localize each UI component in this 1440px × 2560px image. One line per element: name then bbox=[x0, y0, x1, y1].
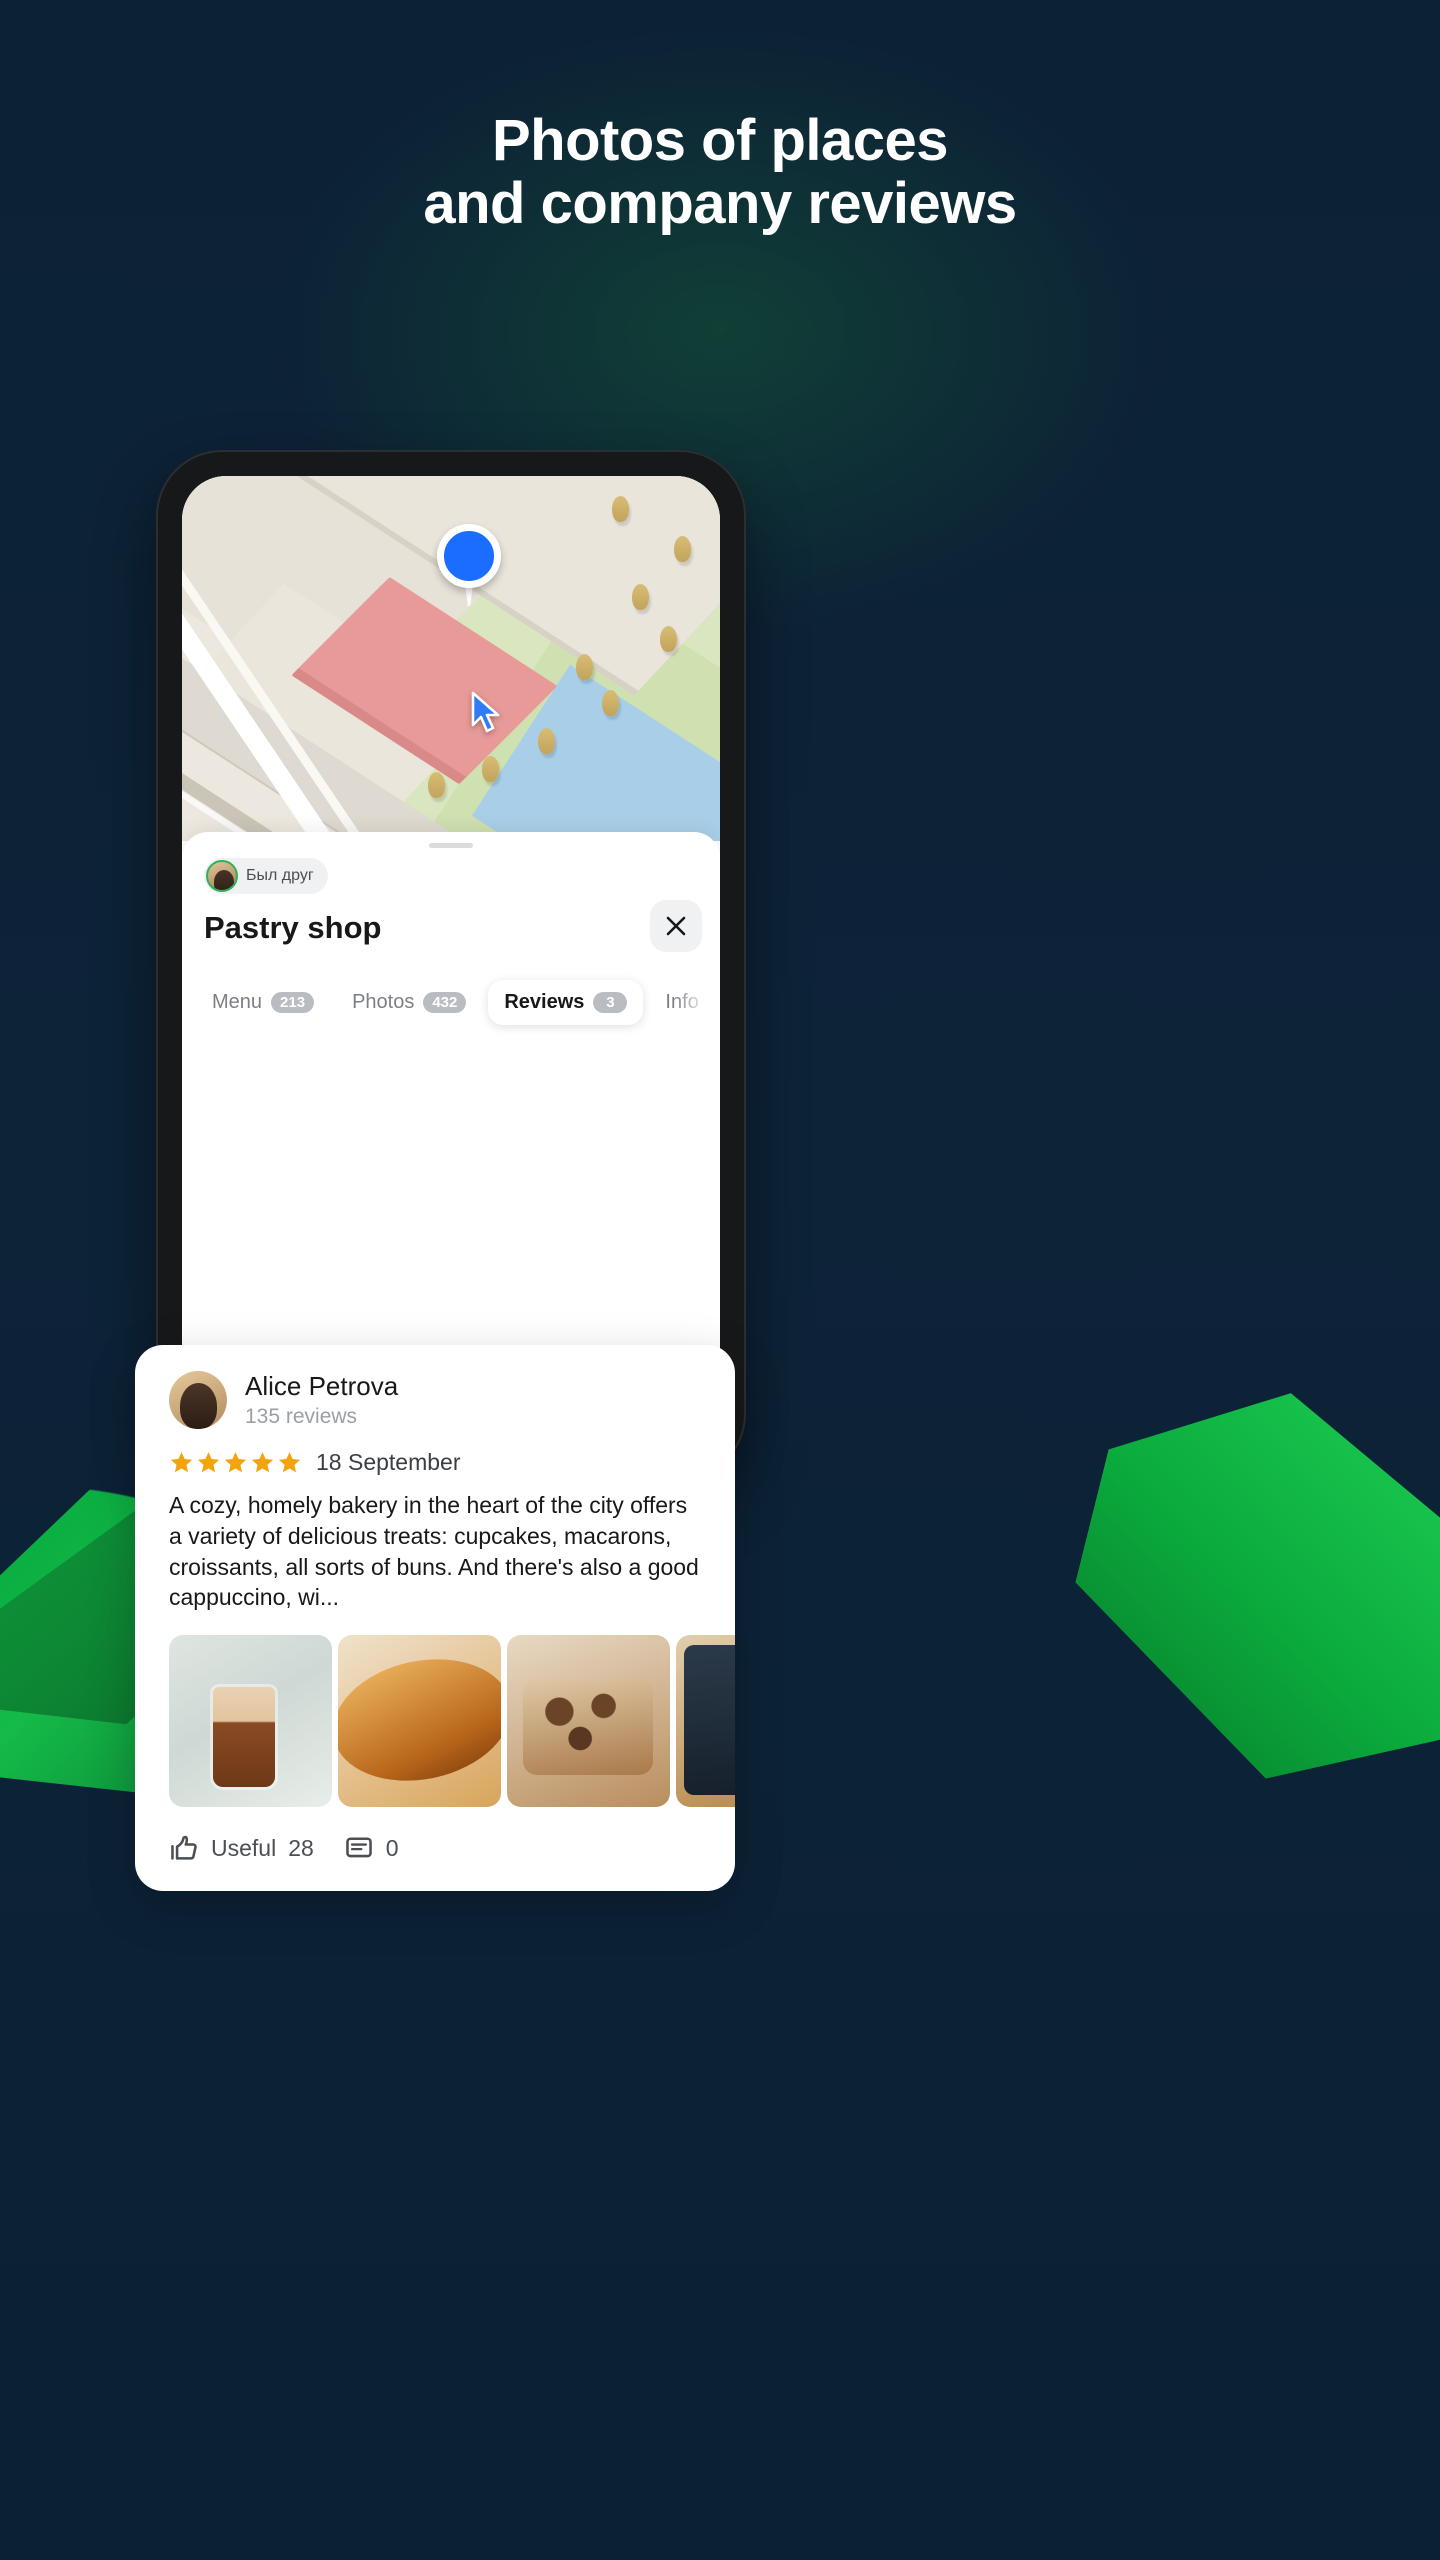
map-tree bbox=[660, 626, 677, 652]
star-icon bbox=[224, 1452, 247, 1473]
phone-screen: Был друг Pastry shop Menu 213 Photos 432 bbox=[182, 476, 720, 1454]
tabs-scroll-fade bbox=[674, 972, 720, 1042]
map-view[interactable] bbox=[182, 476, 720, 841]
comment-icon bbox=[345, 1837, 372, 1858]
thumbs-up-icon bbox=[171, 1836, 197, 1860]
review-text: A cozy, homely bakery in the heart of th… bbox=[169, 1492, 699, 1611]
tab-reviews-count: 3 bbox=[593, 992, 628, 1013]
map-tree bbox=[612, 496, 629, 522]
review-date: 18 September bbox=[316, 1449, 461, 1475]
review-photo-strip[interactable] bbox=[135, 1613, 735, 1808]
friend-badge-label: Был друг bbox=[246, 867, 314, 884]
close-icon bbox=[666, 916, 686, 936]
photo-baker[interactable] bbox=[676, 1635, 735, 1808]
tab-menu-count: 213 bbox=[271, 992, 315, 1013]
phone-mockup: Был друг Pastry shop Menu 213 Photos 432 bbox=[156, 450, 746, 1480]
place-tabs: Menu 213 Photos 432 Reviews 3 Info bbox=[196, 980, 720, 1025]
photo-pastry-tray[interactable] bbox=[507, 1635, 670, 1808]
photo-croissant[interactable] bbox=[338, 1635, 501, 1808]
headline-line-1: Photos of places bbox=[491, 108, 949, 173]
review-author-review-count: 135 reviews bbox=[245, 1404, 358, 1428]
tab-photos-count: 432 bbox=[423, 992, 467, 1013]
useful-button[interactable]: Useful 28 bbox=[169, 1833, 314, 1863]
map-tree bbox=[602, 690, 619, 716]
friend-visited-badge[interactable]: Был друг bbox=[204, 858, 328, 894]
map-pin-icon[interactable] bbox=[437, 524, 501, 606]
tab-reviews-label: Reviews bbox=[504, 991, 585, 1013]
friend-avatar bbox=[206, 860, 238, 892]
star-icon bbox=[251, 1452, 274, 1473]
useful-count: 28 bbox=[288, 1834, 314, 1861]
tab-menu[interactable]: Menu 213 bbox=[196, 980, 330, 1025]
page-headline: Photos of places and company reviews bbox=[0, 108, 1440, 236]
map-tree bbox=[482, 756, 499, 782]
star-icon bbox=[197, 1452, 220, 1473]
review-author-row: Alice Petrova 135 reviews bbox=[135, 1371, 735, 1429]
sheet-drag-handle[interactable] bbox=[429, 843, 473, 848]
review-actions: Useful 28 0 bbox=[135, 1807, 735, 1891]
map-tree bbox=[428, 772, 445, 798]
close-button[interactable] bbox=[650, 900, 702, 952]
review-author-name: Alice Petrova bbox=[245, 1371, 399, 1402]
star-rating bbox=[169, 1450, 302, 1475]
map-tree bbox=[674, 536, 691, 562]
tab-menu-label: Menu bbox=[212, 991, 263, 1013]
comments-button[interactable]: 0 bbox=[344, 1833, 399, 1863]
review-card: Alice Petrova 135 reviews 18 September A… bbox=[135, 1345, 735, 1892]
star-icon bbox=[278, 1452, 301, 1473]
map-pin-head bbox=[437, 524, 501, 588]
map-tree bbox=[538, 728, 555, 754]
tab-photos-label: Photos bbox=[352, 991, 415, 1013]
tab-photos[interactable]: Photos 432 bbox=[336, 980, 482, 1025]
comments-count: 0 bbox=[385, 1834, 399, 1861]
map-tree bbox=[576, 654, 593, 680]
place-card-sheet: Был друг Pastry shop Menu 213 Photos 432 bbox=[182, 832, 720, 1368]
review-rating-row: 18 September bbox=[135, 1429, 735, 1476]
map-tree bbox=[632, 584, 649, 610]
headline-line-2: and company reviews bbox=[423, 170, 1017, 236]
place-title: Pastry shop bbox=[204, 910, 382, 945]
star-icon bbox=[170, 1452, 193, 1473]
useful-label: Useful bbox=[211, 1834, 277, 1861]
photo-coffee-glass[interactable] bbox=[169, 1635, 332, 1808]
tab-reviews[interactable]: Reviews 3 bbox=[488, 980, 644, 1025]
review-author-avatar[interactable] bbox=[169, 1371, 227, 1429]
